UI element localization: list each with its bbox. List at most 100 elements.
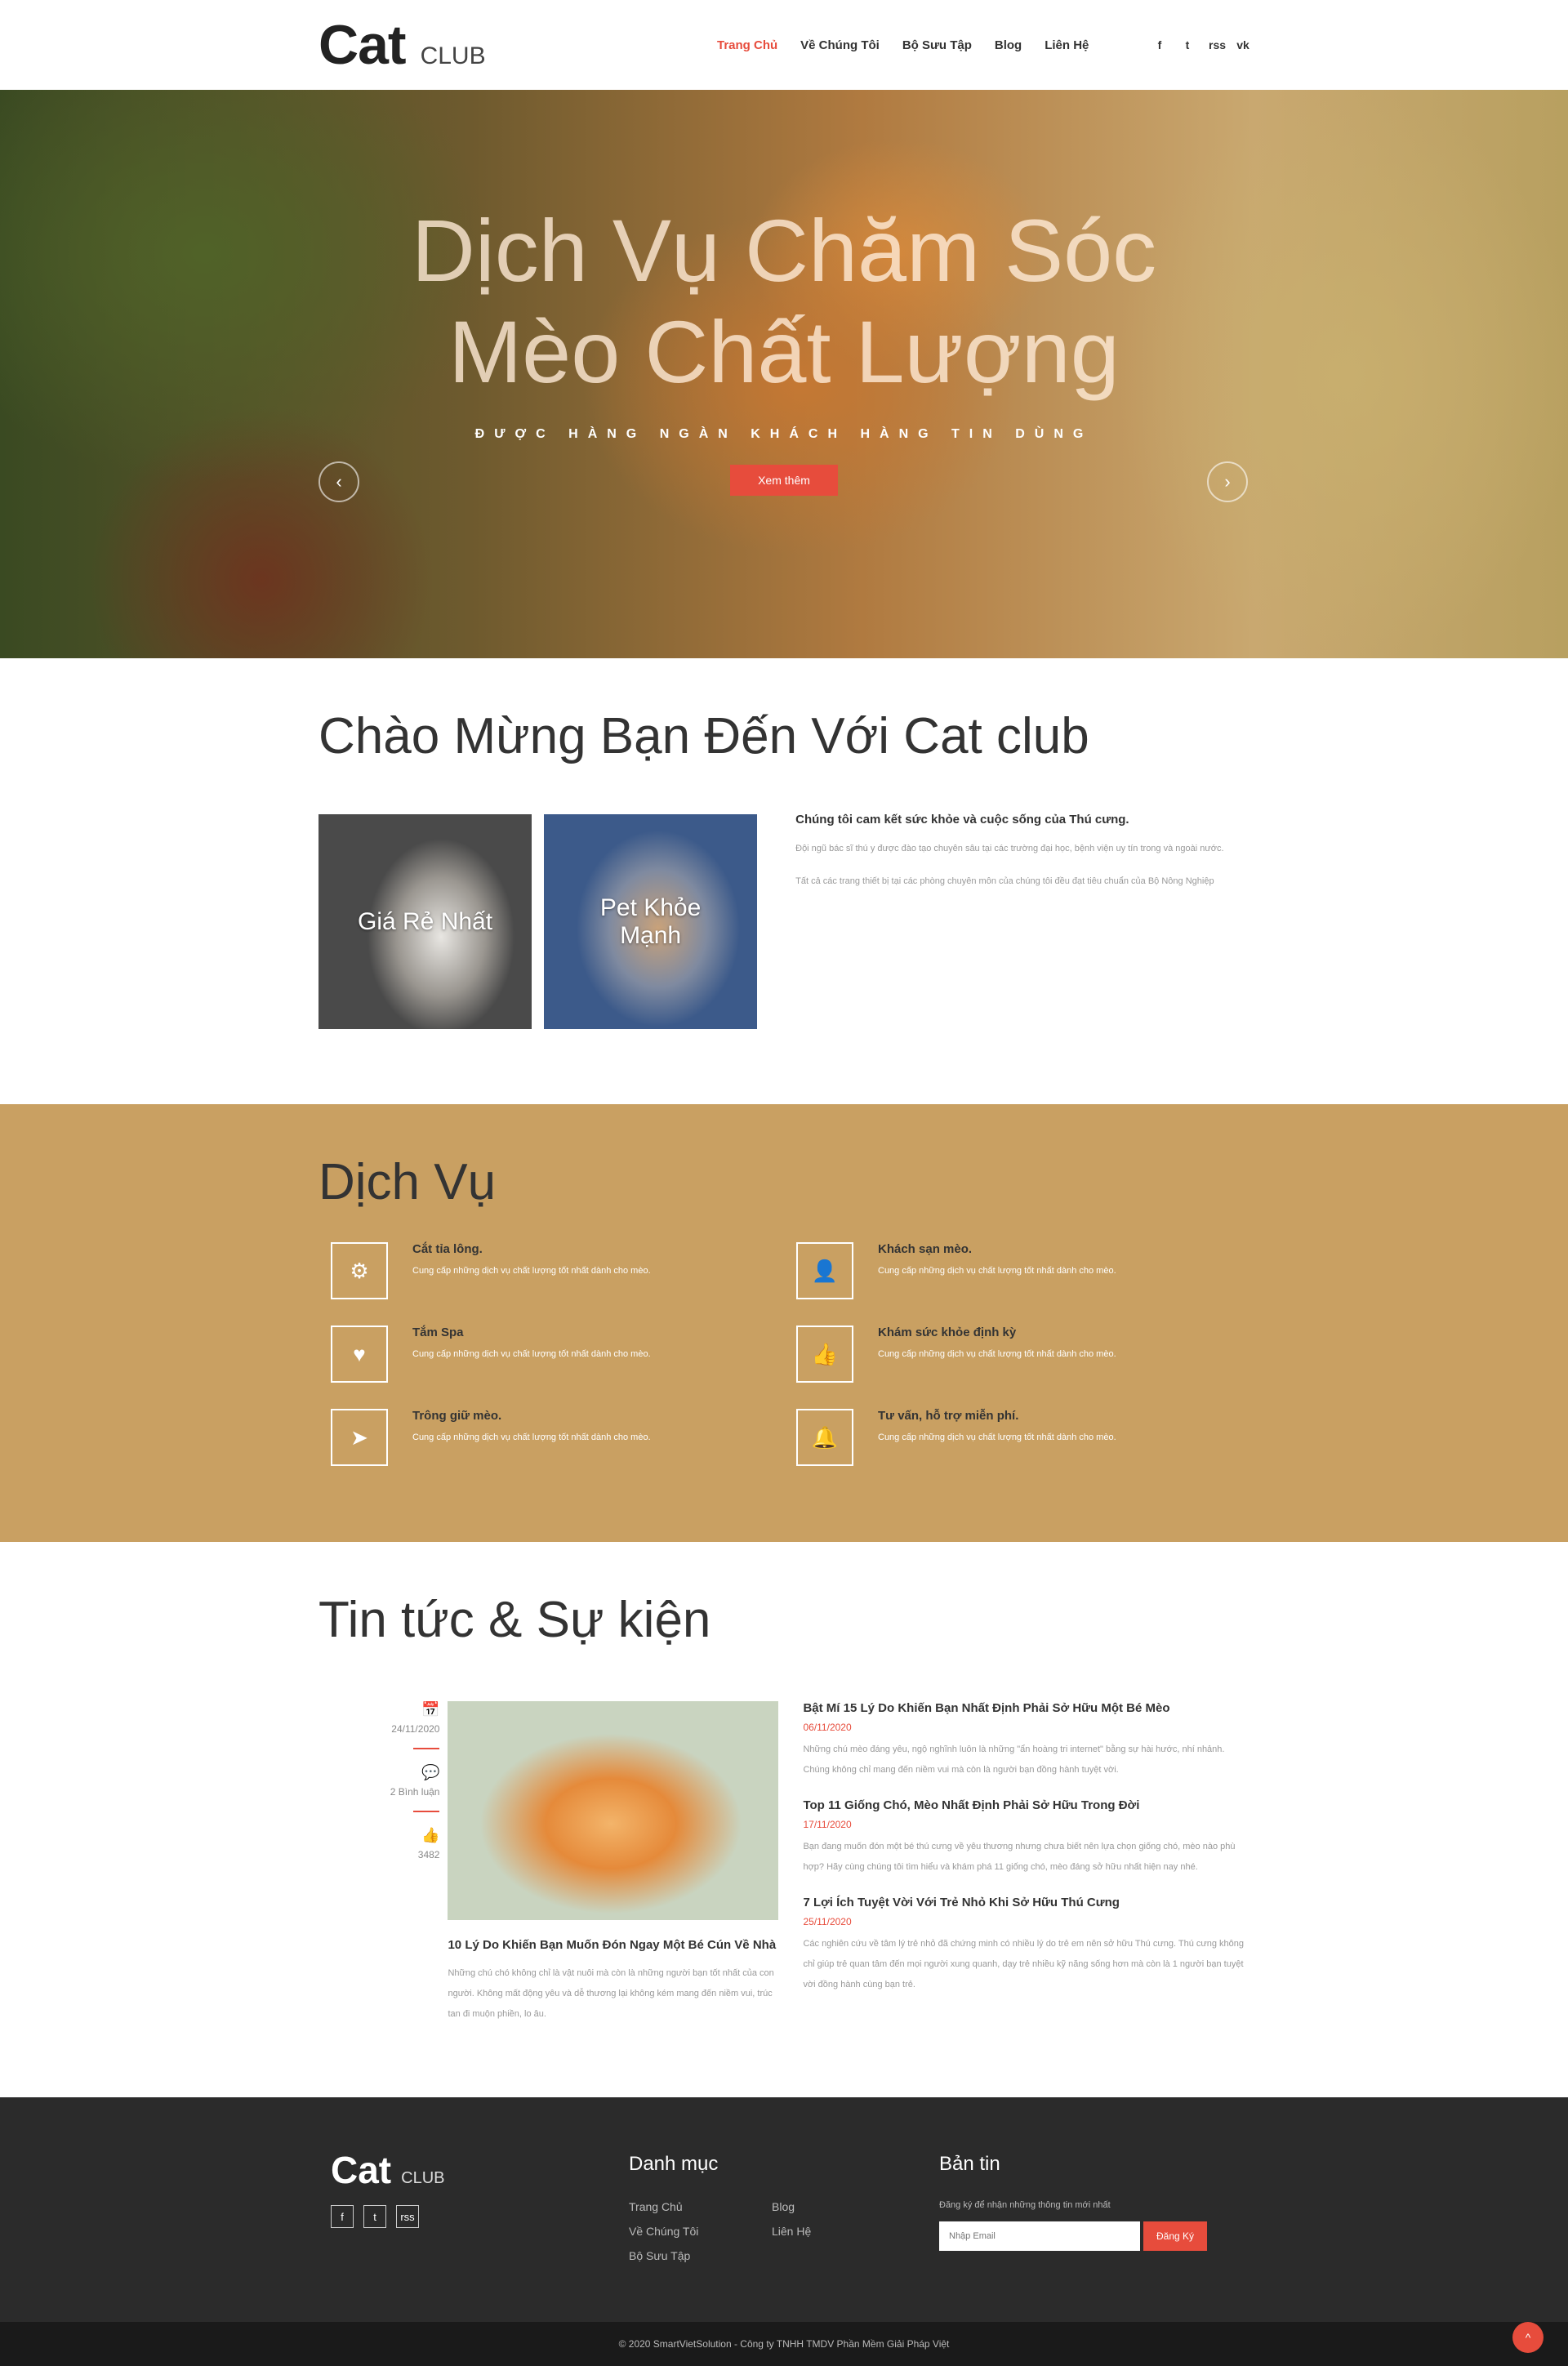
service-name: Trông giữ mèo. (412, 1409, 502, 1423)
site-footer: Cat CLUB f t rss Danh mục Trang Chủ Blog… (0, 2097, 1568, 2322)
chevron-left-icon: ‹ (336, 471, 342, 492)
facebook-icon[interactable]: f (331, 2205, 354, 2228)
news-item-desc: Những chú mèo đáng yêu, ngộ nghĩnh luôn … (803, 1744, 1225, 1775)
copyright-bar: © 2020 SmartVietSolution - Công ty TNHH … (0, 2322, 1568, 2366)
news-item-desc: Các nghiên cứu về tâm lý trẻ nhỏ đã chứn… (803, 1939, 1245, 1989)
twitter-icon[interactable]: t (363, 2205, 386, 2228)
hero-title: Dịch Vụ Chăm Sóc Mèo Chất Lượng (0, 200, 1568, 403)
welcome-heading: Chúng tôi cam kết sức khỏe và cuộc sống … (795, 813, 1129, 827)
vk-icon[interactable]: vk (1236, 38, 1250, 51)
site-logo[interactable]: Cat CLUB (318, 13, 710, 77)
back-to-top-button[interactable]: ^ (1512, 2322, 1544, 2353)
news-title: Tin tức & Sự kiện (318, 1592, 711, 1648)
footer-link-about[interactable]: Về Chúng Tôi (629, 2225, 772, 2238)
news-item-date: 25/11/2020 (803, 1916, 852, 1927)
meta-date-text: 24/11/2020 (391, 1723, 440, 1735)
hero-title-line1: Dịch Vụ Chăm Sóc (411, 201, 1157, 300)
footer-socials: f t rss (331, 2205, 629, 2228)
service-name: Khách sạn mèo. (878, 1242, 973, 1256)
facebook-icon[interactable]: f (1153, 38, 1166, 51)
nav-collection[interactable]: Bộ Sưu Tập (902, 38, 972, 52)
service-item[interactable]: ♥ Tắm Spa Cung cấp những dịch vụ chất lượ… (318, 1326, 784, 1383)
news-item-date: 17/11/2020 (803, 1819, 852, 1830)
gear-icon: ⚙ (331, 1242, 388, 1299)
featured-article-desc: Những chú chó không chỉ là vật nuôi mà c… (448, 1968, 774, 2019)
news-item-date: 06/11/2020 (803, 1722, 852, 1733)
service-item[interactable]: ➤ Trông giữ mèo. Cung cấp những dịch vụ c… (318, 1409, 784, 1466)
main-nav: Trang Chủ Về Chúng Tôi Bộ Sưu Tập Blog L… (717, 38, 1153, 52)
news-item-desc: Bạn đang muốn đón một bé thú cưng về yêu… (803, 1842, 1236, 1872)
list-item: Top 11 Giống Chó, Mèo Nhất Định Phải Sở … (803, 1798, 1250, 1878)
meta-likes-text: 3482 (417, 1849, 440, 1860)
hero-subtitle: ĐƯỢC HÀNG NGÀN KHÁCH HÀNG TIN DÙNG (474, 427, 1094, 441)
welcome-section: Chào Mừng Bạn Đến Với Cat club Giá Rẻ Nh… (0, 658, 1568, 1104)
footer-logo[interactable]: Cat CLUB (331, 2148, 629, 2192)
footer-link-home[interactable]: Trang Chủ (629, 2200, 772, 2213)
service-item[interactable]: 👤 Khách sạn mèo. Cung cấp những dịch vụ c… (784, 1242, 1250, 1299)
copyright-text: © 2020 SmartVietSolution - Công ty TNHH … (618, 2338, 950, 2350)
service-desc: Cung cấp những dịch vụ chất lượng tốt nh… (412, 1266, 651, 1276)
news-section: Tin tức & Sự kiện 📅 24/11/2020 💬 2 Bình … (0, 1542, 1568, 2097)
slider-next-button[interactable]: › (1207, 461, 1248, 502)
footer-menu-title: Danh mục (629, 2153, 719, 2175)
welcome-para-2: Tất cả các trang thiết bị tại các phòng … (795, 876, 1214, 886)
news-item-title[interactable]: 7 Lợi Ích Tuyệt Vời Với Trẻ Nhỏ Khi Sở H… (803, 1896, 1250, 1909)
welcome-text: Chúng tôi cam kết sức khỏe và cuộc sống … (795, 813, 1250, 1029)
newsletter-form: Đăng Ký (939, 2221, 1250, 2251)
footer-link-blog[interactable]: Blog (772, 2200, 915, 2213)
rss-icon[interactable]: rss (1209, 38, 1226, 51)
feature-card-label: Giá Rẻ Nhất (357, 907, 493, 935)
service-desc: Cung cấp những dịch vụ chất lượng tốt nh… (878, 1433, 1116, 1442)
footer-logo-main: Cat (331, 2149, 392, 2191)
twitter-icon[interactable]: t (1181, 38, 1194, 51)
featured-article-image[interactable] (448, 1701, 779, 1920)
footer-link-contact[interactable]: Liên Hệ (772, 2225, 915, 2238)
nav-contact[interactable]: Liên Hệ (1045, 38, 1089, 52)
site-header: Cat CLUB Trang Chủ Về Chúng Tôi Bộ Sưu T… (0, 0, 1568, 90)
logo-main: Cat (318, 14, 407, 76)
service-desc: Cung cấp những dịch vụ chất lượng tốt nh… (878, 1266, 1116, 1276)
meta-likes: 👍 3482 (359, 1827, 440, 1875)
service-name: Tư vấn, hỗ trợ miễn phí. (878, 1409, 1019, 1423)
news-item-title[interactable]: Top 11 Giống Chó, Mèo Nhất Định Phải Sở … (803, 1798, 1250, 1812)
service-item[interactable]: 🔔 Tư vấn, hỗ trợ miễn phí. Cung cấp những… (784, 1409, 1250, 1466)
feature-card-label: Pet Khỏe Mạnh (599, 893, 702, 949)
hero-title-line2: Mèo Chất Lượng (448, 302, 1120, 401)
welcome-para-1: Đội ngũ bác sĩ thú y được đào tạo chuyên… (795, 844, 1224, 853)
slider-prev-button[interactable]: ‹ (318, 461, 359, 502)
nav-home[interactable]: Trang Chủ (717, 38, 777, 52)
thumbs-up-icon[interactable]: 👍 (359, 1827, 439, 1844)
featured-article: 10 Lý Do Khiến Bạn Muốn Đón Ngay Một Bé … (448, 1701, 779, 2025)
footer-link-collection[interactable]: Bộ Sưu Tập (629, 2249, 772, 2262)
welcome-title: Chào Mừng Bạn Đến Với Cat club (318, 708, 1089, 764)
hero-slider: Dịch Vụ Chăm Sóc Mèo Chất Lượng ĐƯỢC HÀN… (0, 90, 1568, 658)
footer-newsletter-title: Bản tin (939, 2153, 1000, 2175)
hero-more-button[interactable]: Xem thêm (730, 465, 838, 496)
nav-about[interactable]: Về Chúng Tôi (800, 38, 880, 52)
meta-date: 📅 24/11/2020 (359, 1701, 440, 1749)
footer-newsletter-desc: Đăng ký để nhận những thông tin mới nhất (939, 2200, 1111, 2210)
heart-icon: ♥ (331, 1326, 388, 1383)
subscribe-button[interactable]: Đăng Ký (1143, 2221, 1207, 2251)
rss-icon[interactable]: rss (396, 2205, 419, 2228)
email-field[interactable] (939, 2221, 1140, 2251)
services-section: Dịch Vụ ⚙ Cắt tỉa lông. Cung cấp những dị… (0, 1104, 1568, 1542)
service-desc: Cung cấp những dịch vụ chất lượng tốt nh… (412, 1433, 651, 1442)
service-item[interactable]: 👍 Khám sức khỏe định kỳ Cung cấp những dị… (784, 1326, 1250, 1383)
comment-icon: 💬 (421, 1764, 440, 1780)
featured-article-title[interactable]: 10 Lý Do Khiến Bạn Muốn Đón Ngay Một Bé … (448, 1938, 778, 1952)
service-name: Cắt tỉa lông. (412, 1242, 483, 1256)
news-item-title[interactable]: Bật Mí 15 Lý Do Khiến Bạn Nhất Định Phải… (803, 1701, 1250, 1715)
paper-plane-icon: ➤ (331, 1409, 388, 1466)
service-name: Tắm Spa (412, 1326, 464, 1339)
chevron-up-icon: ^ (1525, 2331, 1531, 2344)
meta-comments: 💬 2 Bình luận (359, 1764, 440, 1812)
feature-card-price[interactable]: Giá Rẻ Nhất (318, 814, 532, 1029)
calendar-icon: 📅 (421, 1701, 440, 1718)
nav-blog[interactable]: Blog (995, 38, 1022, 52)
service-item[interactable]: ⚙ Cắt tỉa lông. Cung cấp những dịch vụ ch… (318, 1242, 784, 1299)
feature-card-healthy[interactable]: Pet Khỏe Mạnh (544, 814, 758, 1029)
meta-comments-text[interactable]: 2 Bình luận (359, 1786, 440, 1798)
footer-links: Trang Chủ Blog Về Chúng Tôi Liên Hệ Bộ S… (629, 2200, 939, 2262)
footer-logo-sub: CLUB (401, 2169, 445, 2187)
